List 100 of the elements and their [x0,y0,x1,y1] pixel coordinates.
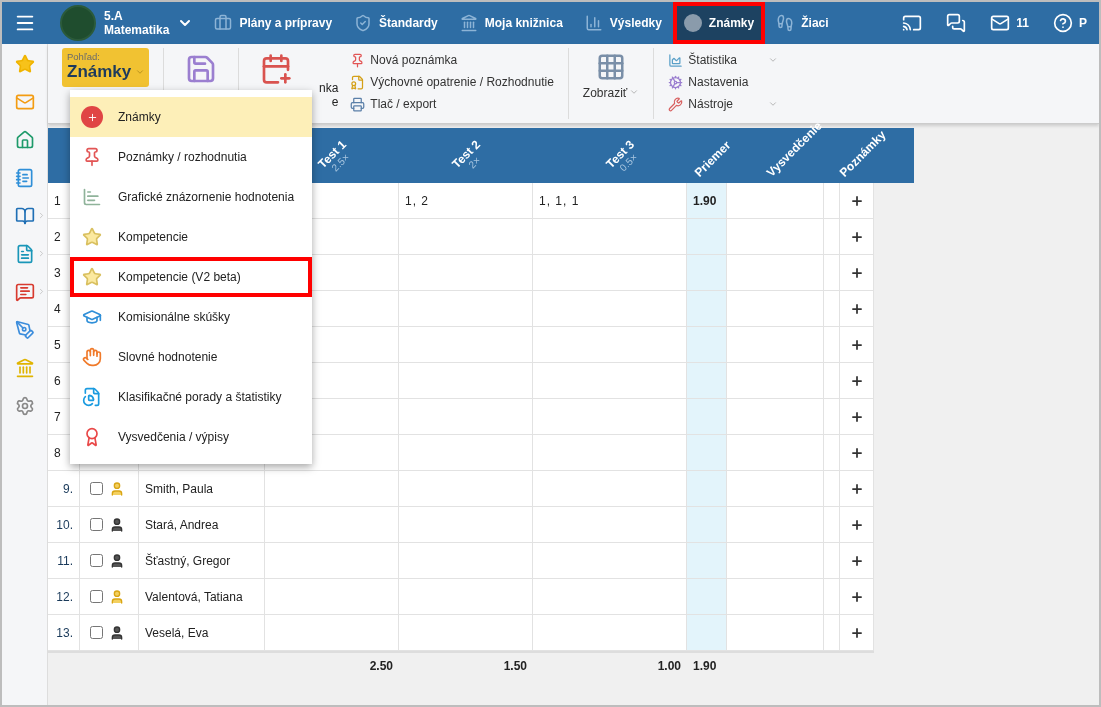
average-cell [687,255,727,291]
average-cell: 1.90 [687,183,727,219]
nav-tab[interactable]: Žiaci [765,2,840,44]
student-name: Veselá, Eva [139,615,265,651]
menu-item[interactable]: Slovné hodnotenie [70,337,312,377]
chat-icon [14,282,35,302]
add-note-button[interactable] [849,373,864,388]
grade-icon [683,14,702,32]
add-note-button[interactable] [849,193,864,208]
gear-icon [668,74,684,90]
student-name: Smith, Paula [139,471,265,507]
bank-icon [14,358,35,378]
button-label: nka [319,81,339,95]
row-checkbox[interactable] [90,590,103,603]
toolbar-action[interactable]: Nástroje [668,95,779,113]
toolbar-action[interactable]: Nová poznámka [350,51,554,69]
view-dropdown[interactable]: Pohľad: Známky [62,48,149,87]
add-note-button[interactable] [849,625,864,640]
row-checkbox[interactable] [90,554,103,567]
toolbar-action[interactable]: Štatistika [668,51,779,69]
student-name: Šťastný, Gregor [139,543,265,579]
graduation-cap-icon [82,307,102,327]
menu-item[interactable]: Kompetencie [70,217,312,257]
menu-item[interactable]: Klasifikačné porady a štatistiky [70,377,312,417]
average-cell [687,579,727,615]
add-note-button[interactable] [849,337,864,352]
bar-chart-icon [584,14,603,32]
star-icon [82,227,102,247]
column-header: Test 3 0.5× [604,138,641,176]
bank-icon [459,14,478,32]
grade-icon [81,106,103,128]
caret-icon [135,67,146,77]
average-cell [687,363,727,399]
average-cell [687,219,727,255]
average-cell [687,327,727,363]
display-button[interactable]: Zobraziť [582,48,640,119]
student-name: Valentová, Tatiana [139,579,265,615]
menu-item[interactable]: Vysvedčenia / výpisy [70,417,312,457]
cast-icon [902,13,923,33]
average-cell [687,543,727,579]
column-total: 1.90 [687,651,727,678]
grid-icon [596,52,627,82]
caret-icon [768,99,779,109]
row-checkbox[interactable] [90,482,103,495]
add-note-button[interactable] [849,481,864,496]
nav-tab[interactable]: Moja knižnica [448,2,574,44]
menu-item[interactable]: Poznámky / rozhodnutia [70,137,312,177]
average-cell [687,615,727,651]
class-logo [60,5,96,41]
settings-icon [14,396,35,416]
book-icon [14,206,35,226]
average-cell [687,435,727,471]
row-checkbox[interactable] [90,518,103,531]
menu-item[interactable]: Komisionálne skúšky [70,297,312,337]
row-number: 11. [48,543,80,579]
help-icon [1053,13,1073,33]
hand-icon [82,347,102,367]
grade-cell: 1, 1, 1 [533,183,687,219]
menu-item[interactable]: Kompetencie (V2 beta) [70,257,312,297]
class-selector[interactable]: 5.A Matematika [48,2,204,44]
pin-icon [350,52,366,68]
student-name: Stará, Andrea [139,507,265,543]
row-number: 13. [48,615,80,651]
nav-tab[interactable]: Výsledky [573,2,673,44]
nav-tab[interactable]: Známky [672,2,766,44]
notebook-icon [14,168,35,188]
pin-icon [82,147,102,167]
row-number: 10. [48,507,80,543]
chat-icon [946,13,967,33]
printer-icon [350,96,366,112]
menu-item[interactable]: Grafické znázornenie hodnotenia [70,177,312,217]
mail-icon [990,13,1011,33]
menu-item[interactable]: Známky [70,97,312,137]
help-button[interactable]: P [1041,2,1099,44]
add-note-button[interactable] [849,517,864,532]
column-header: Test 2 2× [450,138,485,174]
add-note-button[interactable] [849,229,864,244]
toolbar-action[interactable]: Výchovné opatrenie / Rozhodnutie [350,73,554,91]
toolbar-action[interactable]: Tlač / export [350,95,554,113]
add-note-button[interactable] [849,553,864,568]
add-note-button[interactable] [849,301,864,316]
average-cell [687,291,727,327]
toolbar-action[interactable]: Nastavenia [668,73,779,91]
star-icon [82,267,102,287]
save-icon[interactable] [185,53,217,85]
nav-tab[interactable]: Plány a prípravy [203,2,344,44]
home-icon [14,130,35,150]
nav-tab[interactable]: Štandardy [343,2,449,44]
add-note-button[interactable] [849,265,864,280]
pen-icon [14,320,35,340]
row-checkbox[interactable] [90,626,103,639]
calendar-icon[interactable] [260,53,292,85]
star-icon [14,54,35,74]
mail-icon [14,92,35,112]
add-note-button[interactable] [849,445,864,460]
add-note-button[interactable] [849,589,864,604]
column-total: 1.00 [533,651,687,678]
button-label: e [331,95,339,109]
messages-button[interactable]: 11 [978,2,1041,44]
add-note-button[interactable] [849,409,864,424]
